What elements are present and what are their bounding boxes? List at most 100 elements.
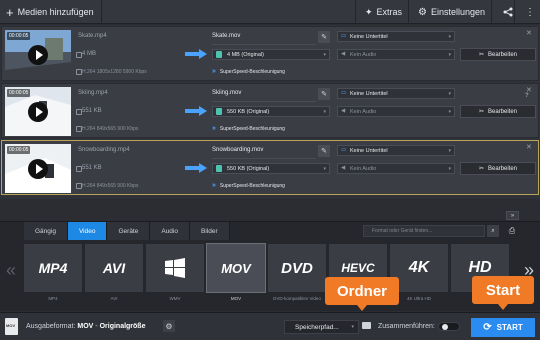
close-icon[interactable]: ✕	[526, 143, 532, 151]
format-tile-wmv[interactable]: WMV	[146, 244, 204, 306]
file-row-selected[interactable]: 00:00:05 Snowboarding.mp4 551 KB H.264 8…	[1, 140, 539, 195]
rename-button[interactable]: ✎	[318, 31, 330, 43]
video-thumbnail[interactable]: 00:00:05	[5, 87, 71, 136]
superspeed-indicator: » SuperSpeed-Beschleunigung	[212, 68, 285, 75]
settings-label: Einstellungen	[430, 7, 486, 17]
tab-popular[interactable]: Gängig	[24, 222, 68, 240]
format-tabs: Gängig Video Geräte Audio Bilder	[24, 222, 230, 240]
format-tile-mp4[interactable]: MP4 MP4	[24, 244, 82, 306]
edit-button[interactable]: ✂ Bearbeiten	[460, 48, 536, 61]
file-row[interactable]: 00:00:05 Skate.mp4 4 MB H.264 1805x1280 …	[1, 26, 539, 81]
audio-select[interactable]: ◀ Kein Audio ▾	[337, 163, 455, 174]
share-button[interactable]	[497, 0, 519, 24]
chevron-down-icon: ▾	[323, 109, 326, 115]
scroll-left-button[interactable]: «	[6, 260, 16, 281]
toolbar-divider	[355, 0, 356, 24]
edit-button[interactable]: ✂ Bearbeiten	[460, 105, 536, 118]
output-filename[interactable]: Skate.mov	[212, 33, 316, 45]
toolbar-divider	[101, 0, 102, 24]
format-label: MOV	[230, 296, 242, 301]
output-format-label: Ausgabeformat:	[26, 323, 76, 330]
device-detect-button[interactable]: ⎙	[504, 224, 520, 238]
extras-button[interactable]: ✦ Extras	[359, 0, 408, 24]
menu-button[interactable]: ⋮	[519, 0, 540, 24]
play-button[interactable]	[28, 159, 48, 179]
format-tile-mov[interactable]: MOV MOV	[206, 243, 266, 306]
output-size-select[interactable]: 550 KB (Original) ▾	[212, 106, 330, 117]
double-chevron-icon: »	[212, 68, 216, 75]
format-settings-button[interactable]: ⚙	[163, 320, 175, 332]
chevron-down-icon: ▾	[448, 148, 451, 154]
format-search-input[interactable]: Format oder Gerät finden...	[363, 225, 485, 237]
dvd-icon: DVD	[268, 244, 326, 292]
audio-select[interactable]: ◀ Kein Audio ▾	[337, 106, 455, 117]
close-icon[interactable]: ✕	[526, 29, 532, 37]
file-icon	[216, 108, 222, 115]
audio-label: Kein Audio	[350, 108, 377, 115]
top-toolbar: + Medien hinzufügen ✦ Extras ⚙ Einstellu…	[0, 0, 540, 24]
pencil-icon: ✎	[321, 91, 327, 98]
search-button[interactable]: ⌕	[487, 225, 499, 237]
expand-panel-button[interactable]: »	[506, 211, 519, 220]
mov-icon: MOV	[206, 243, 266, 293]
source-info: H.264 1805x1280 5900 Kbps	[82, 69, 147, 75]
file-row[interactable]: 00:00:05 Skiing.mp4 551 KB H.264 849x565…	[1, 83, 539, 138]
video-thumbnail[interactable]: 00:00:05	[5, 144, 71, 193]
play-button[interactable]	[28, 45, 48, 65]
toolbar-divider	[491, 0, 492, 24]
save-path-select[interactable]: Speicherpfad... ▾	[284, 320, 359, 334]
arrow-right-icon	[185, 49, 207, 59]
file-icon	[216, 51, 222, 58]
save-path-label: Speicherpfad...	[295, 323, 339, 331]
source-size: 4 MB	[82, 51, 97, 57]
source-size: 551 KB	[82, 165, 102, 171]
audio-select[interactable]: ◀ Kein Audio ▾	[337, 49, 455, 60]
subtitle-select[interactable]: ▭ Keine Untertitel ▾	[337, 145, 455, 156]
output-filename[interactable]: Skiing.mov	[212, 90, 316, 102]
tab-video[interactable]: Video	[67, 222, 108, 240]
timestamp-label: 00:00:05	[7, 89, 31, 97]
tab-images[interactable]: Bilder	[189, 222, 230, 240]
play-button[interactable]	[28, 102, 48, 122]
scissors-icon: ✂	[478, 109, 484, 115]
double-chevron-icon: »	[212, 125, 216, 132]
subtitle-select[interactable]: ▭ Keine Untertitel ▾	[337, 88, 455, 99]
output-format-icon-label: MOV	[6, 323, 16, 328]
output-size-label: 4 MB (Original)	[227, 51, 264, 58]
superspeed-label: SuperSpeed-Beschleunigung	[219, 68, 285, 75]
speaker-icon: ◀	[341, 51, 346, 57]
video-thumbnail[interactable]: 00:00:05	[5, 30, 71, 79]
settings-button[interactable]: ⚙ Einstellungen	[412, 0, 491, 24]
format-tile-avi[interactable]: AVI AVI	[85, 244, 143, 306]
start-button[interactable]: ⟳ START	[471, 318, 535, 337]
more-vertical-icon: ⋮	[525, 6, 535, 18]
format-panel: Gängig Video Geräte Audio Bilder Format …	[0, 221, 540, 311]
folder-icon[interactable]	[362, 322, 371, 329]
device-search-icon: ⎙	[508, 226, 516, 235]
source-filename: Snowboarding.mp4	[78, 147, 130, 153]
tab-devices[interactable]: Geräte	[107, 222, 151, 240]
merge-toggle[interactable]	[438, 322, 460, 331]
format-tile-dvd[interactable]: DVD DVD-kompatibles Video	[268, 244, 326, 306]
add-media-button[interactable]: + Medien hinzufügen	[0, 0, 100, 24]
source-info: H.264 849x565 900 Kbps	[82, 183, 139, 189]
subtitle-select[interactable]: ▭ Keine Untertitel ▾	[337, 31, 455, 42]
tab-audio[interactable]: Audio	[150, 222, 190, 240]
output-size-select[interactable]: 550 KB (Original) ▾	[212, 163, 330, 174]
source-filename: Skate.mp4	[78, 33, 107, 39]
timestamp-label: 00:00:05	[7, 32, 31, 40]
chevron-down-icon: ▾	[448, 34, 451, 40]
help-icon[interactable]: ?	[525, 93, 529, 99]
output-filename[interactable]: Snowboarding.mov	[212, 147, 316, 159]
superspeed-label: SuperSpeed-Beschleunigung	[219, 182, 285, 189]
output-size-label: 550 KB (Original)	[227, 108, 270, 115]
plus-icon: +	[6, 4, 14, 20]
rename-button[interactable]: ✎	[318, 88, 330, 100]
format-label: DVD-kompatibles Video	[273, 296, 321, 301]
rename-button[interactable]: ✎	[318, 145, 330, 157]
magic-wand-icon: ✦	[365, 6, 373, 17]
start-callout: Start	[472, 276, 534, 310]
format-list: MP4 MP4 AVI AVI WMV MOV MOV DVD DVD-komp…	[24, 243, 519, 306]
output-size-select[interactable]: 4 MB (Original) ▾	[212, 49, 330, 60]
edit-button[interactable]: ✂ Bearbeiten	[460, 162, 536, 175]
